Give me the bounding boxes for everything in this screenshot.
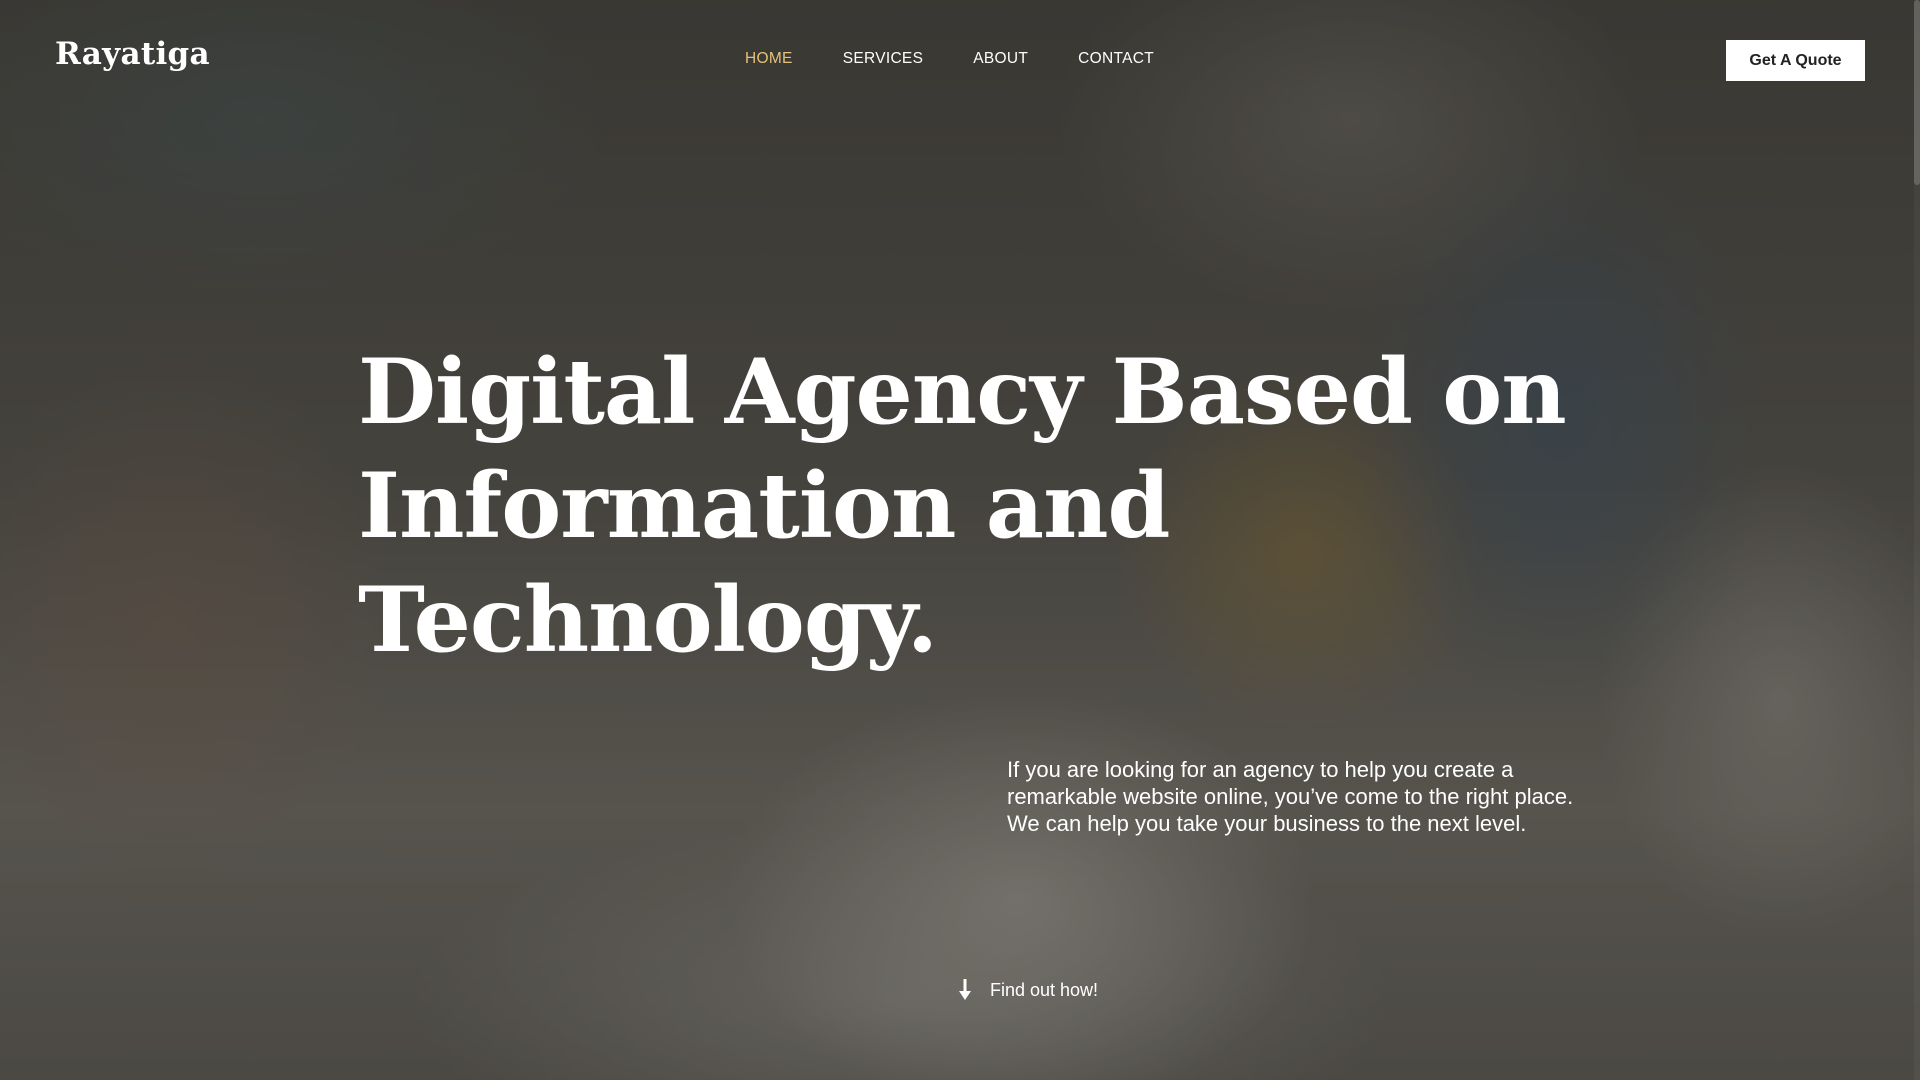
arrow-down-icon: [958, 979, 972, 1001]
scrollbar-thumb[interactable]: [1914, 0, 1920, 185]
hero-title-line-2: Information and: [358, 453, 1170, 559]
main-nav: HOME SERVICES ABOUT CONTACT: [745, 50, 1204, 68]
nav-item-contact[interactable]: CONTACT: [1078, 50, 1154, 68]
page-scrollbar[interactable]: [1914, 0, 1920, 1080]
hero-title: Digital Agency Based on Information and …: [358, 335, 1567, 677]
nav-item-home[interactable]: HOME: [745, 50, 793, 68]
hero-title-line-3: Technology.: [358, 567, 938, 673]
hero-title-line-1: Digital Agency Based on: [358, 339, 1567, 445]
get-a-quote-button[interactable]: Get A Quote: [1726, 40, 1865, 81]
site-header: Rayatiga HOME SERVICES ABOUT CONTACT Get…: [0, 0, 1920, 120]
find-out-label: Find out how!: [990, 979, 1099, 1000]
page: Rayatiga HOME SERVICES ABOUT CONTACT Get…: [0, 0, 1920, 1080]
nav-item-services[interactable]: SERVICES: [843, 50, 924, 68]
find-out-link[interactable]: Find out how!: [958, 979, 1098, 1001]
site-logo[interactable]: Rayatiga: [55, 36, 210, 72]
hero-description: If you are looking for an agency to help…: [1007, 757, 1574, 836]
nav-item-about[interactable]: ABOUT: [973, 50, 1028, 68]
